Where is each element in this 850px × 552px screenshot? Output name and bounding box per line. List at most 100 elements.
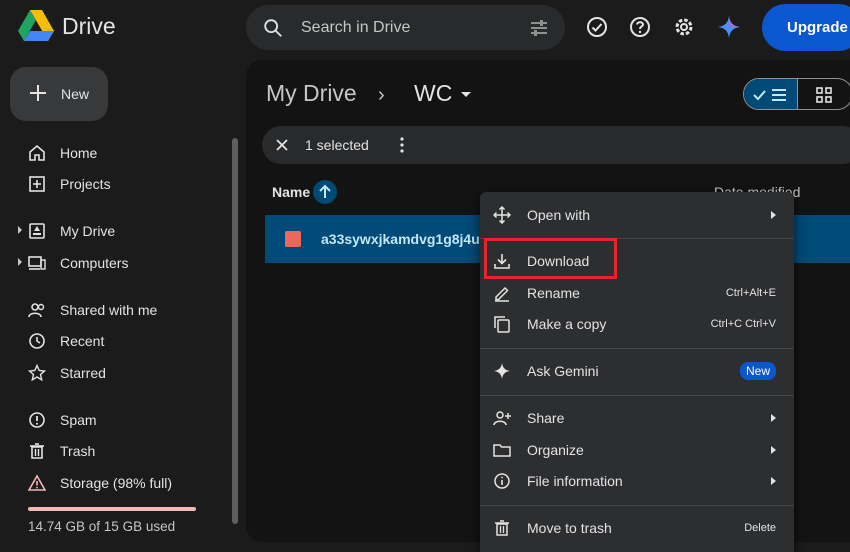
- menu-item-shortcut: Ctrl+C Ctrl+V: [710, 318, 776, 330]
- sidebar-item-projects[interactable]: Projects: [0, 169, 230, 199]
- menu-item-label: Organize: [527, 442, 584, 458]
- grid-view-icon[interactable]: [816, 87, 832, 103]
- folder-dropdown-icon[interactable]: [461, 92, 471, 97]
- menu-item-label: File information: [527, 473, 623, 489]
- copy-icon: [494, 316, 510, 333]
- menu-item-label: Share: [527, 410, 565, 426]
- menu-divider: [480, 395, 794, 396]
- menu-item-organize[interactable]: Organize: [480, 435, 794, 465]
- sidebar-scrollbar[interactable]: [232, 138, 238, 524]
- menu-item-label: Make a copy: [527, 316, 607, 332]
- breadcrumb-my-drive[interactable]: My Drive: [266, 80, 357, 107]
- download-highlight-box: [484, 238, 617, 279]
- shared-icon: [28, 303, 45, 318]
- menu-item-open-with[interactable]: Open with: [480, 200, 794, 230]
- new-button[interactable]: New: [10, 67, 108, 121]
- gemini-icon[interactable]: [717, 15, 741, 39]
- submenu-arrow-icon: [771, 414, 776, 422]
- menu-item-label: Rename: [527, 285, 580, 301]
- trash-icon: [495, 520, 509, 536]
- menu-item-share[interactable]: Share: [480, 403, 794, 433]
- app-name: Drive: [62, 12, 116, 39]
- clock-icon: [29, 333, 45, 349]
- sidebar-item-label: My Drive: [60, 223, 116, 239]
- menu-item-ask-gemini[interactable]: Ask Gemini New: [480, 356, 794, 386]
- info-icon: [494, 473, 510, 489]
- sidebar-item-shared[interactable]: Shared with me: [0, 295, 230, 325]
- drive-logo[interactable]: Drive: [18, 10, 116, 42]
- arrow-up-icon: [319, 184, 331, 198]
- edit-icon: [495, 286, 509, 302]
- menu-item-move-to-trash[interactable]: Move to trash Delete: [480, 513, 794, 543]
- sidebar-item-storage[interactable]: Storage (98% full): [0, 468, 230, 498]
- sidebar-item-label: Home: [60, 145, 98, 161]
- search-options-icon[interactable]: [529, 18, 549, 38]
- menu-item-shortcut: Delete: [744, 522, 776, 534]
- menu-item-make-copy[interactable]: Make a copy Ctrl+C Ctrl+V: [480, 309, 794, 339]
- my-drive-icon: [29, 223, 45, 239]
- selection-toolbar: 1 selected: [262, 126, 850, 164]
- computers-icon: [28, 256, 46, 270]
- storage-used-text: 14.74 GB of 15 GB used: [28, 519, 176, 534]
- trash-icon: [30, 443, 44, 459]
- menu-item-label: Ask Gemini: [527, 363, 599, 379]
- menu-item-label: Open with: [527, 207, 591, 223]
- folder-icon: [493, 444, 511, 457]
- sidebar-item-label: Computers: [60, 255, 129, 271]
- menu-item-rename[interactable]: Rename Ctrl+Alt+E: [480, 278, 794, 308]
- column-header-name[interactable]: Name: [272, 184, 310, 200]
- sidebar-item-label: Shared with me: [60, 302, 158, 318]
- list-view-icon: [753, 89, 786, 101]
- menu-item-label: Move to trash: [527, 520, 612, 536]
- upgrade-button[interactable]: Upgrade: [762, 4, 850, 51]
- sidebar-item-spam[interactable]: Spam: [0, 405, 230, 435]
- sidebar-item-label: Starred: [60, 365, 106, 381]
- expand-caret-icon[interactable]: [18, 226, 22, 234]
- image-file-icon: [285, 231, 301, 247]
- view-toggle[interactable]: [743, 78, 850, 110]
- breadcrumb-separator: ›: [378, 84, 385, 106]
- sidebar-item-label: Projects: [60, 176, 111, 192]
- search-input[interactable]: Search in Drive: [301, 19, 410, 37]
- projects-icon: [29, 176, 45, 192]
- sidebar-item-label: Storage (98% full): [60, 475, 173, 491]
- menu-divider: [480, 505, 794, 506]
- sidebar-item-starred[interactable]: Starred: [0, 358, 230, 388]
- menu-item-shortcut: Ctrl+Alt+E: [725, 287, 776, 299]
- submenu-arrow-icon: [771, 211, 776, 219]
- sidebar-item-home[interactable]: Home: [0, 138, 230, 168]
- sidebar-item-recent[interactable]: Recent: [0, 326, 230, 356]
- person-add-icon: [493, 411, 511, 426]
- more-vert-icon[interactable]: [399, 136, 405, 154]
- sidebar-item-trash[interactable]: Trash: [0, 436, 230, 466]
- gear-icon[interactable]: [672, 15, 696, 39]
- submenu-arrow-icon: [771, 446, 776, 454]
- menu-divider: [480, 348, 794, 349]
- sidebar-item-computers[interactable]: Computers: [0, 248, 230, 278]
- help-icon[interactable]: [628, 15, 652, 39]
- search-icon: [264, 19, 282, 37]
- storage-progress-bar: [28, 507, 196, 511]
- home-icon: [29, 144, 45, 161]
- search-bar[interactable]: Search in Drive: [246, 5, 565, 50]
- open-with-icon: [493, 206, 511, 224]
- close-icon[interactable]: [274, 137, 290, 153]
- warning-icon: [28, 474, 46, 491]
- breadcrumb-current-folder[interactable]: WC: [414, 80, 452, 107]
- drive-logo-icon: [18, 10, 54, 41]
- expand-caret-icon[interactable]: [18, 258, 22, 266]
- sparkle-icon: [494, 363, 510, 379]
- star-icon: [28, 364, 46, 382]
- sidebar-item-label: Trash: [60, 443, 96, 459]
- sidebar-item-label: Spam: [60, 412, 97, 428]
- sort-ascending-button[interactable]: [313, 180, 337, 204]
- selection-count: 1 selected: [305, 137, 369, 153]
- plus-icon: [30, 85, 46, 101]
- new-button-label: New: [61, 86, 90, 102]
- sidebar-item-my-drive[interactable]: My Drive: [0, 216, 230, 246]
- file-name: a33sywxjkamdvg1g8j4u.jpg: [321, 231, 481, 247]
- list-view-button[interactable]: [744, 79, 798, 109]
- menu-item-file-information[interactable]: File information: [480, 466, 794, 496]
- offline-check-icon[interactable]: [585, 15, 609, 39]
- sidebar-item-label: Recent: [60, 333, 105, 349]
